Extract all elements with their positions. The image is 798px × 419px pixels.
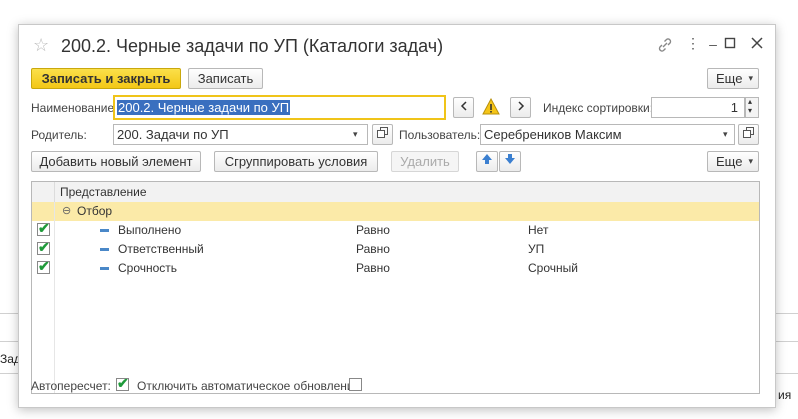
- checkmark-icon: ✔: [38, 239, 50, 255]
- prev-button[interactable]: [453, 97, 474, 118]
- group-conditions-button[interactable]: Сгруппировать условия: [214, 151, 378, 172]
- more-button[interactable]: Еще ▾: [707, 68, 759, 89]
- user-open-button[interactable]: [738, 124, 759, 145]
- disable-auto-update-label: Отключить автоматическое обновление: [137, 379, 361, 393]
- row-name: Срочность: [118, 261, 178, 275]
- chevron-left-icon: [460, 101, 467, 111]
- condition-icon: [100, 229, 109, 232]
- sort-index-label: Индекс сортировки:: [543, 101, 654, 115]
- extra-checkbox[interactable]: [349, 378, 362, 391]
- chevron-right-icon: [517, 101, 524, 111]
- background-text: ия: [778, 388, 792, 402]
- user-label: Пользователь:: [399, 128, 481, 142]
- move-up-button[interactable]: [476, 151, 498, 172]
- table-row[interactable]: ✔ Выполнено Равно Нет: [32, 220, 759, 240]
- name-label: Наименование:: [31, 101, 118, 115]
- chevron-down-icon[interactable]: ▾: [723, 129, 728, 140]
- open-window-icon: [743, 127, 754, 138]
- favorite-star-icon[interactable]: ☆: [33, 35, 49, 56]
- stepper-up-icon[interactable]: ▴: [748, 97, 752, 106]
- delete-button[interactable]: Удалить: [391, 151, 459, 172]
- add-element-button[interactable]: Добавить новый элемент: [31, 151, 201, 172]
- parent-field[interactable]: 200. Задачи по УП: [113, 124, 368, 145]
- auto-recalc-label: Автопересчет:: [31, 379, 111, 393]
- column-header-representation[interactable]: Представление: [60, 185, 147, 199]
- parent-open-button[interactable]: [372, 124, 393, 145]
- table-row[interactable]: ✔ Ответственный Равно УП: [32, 239, 759, 259]
- arrow-down-icon: [505, 154, 515, 164]
- row-operator: Равно: [356, 261, 390, 275]
- maximize-icon[interactable]: [720, 36, 740, 52]
- close-icon[interactable]: [747, 36, 767, 52]
- move-down-button[interactable]: [499, 151, 521, 172]
- link-icon[interactable]: [655, 37, 675, 56]
- open-window-icon: [377, 127, 388, 138]
- table-row[interactable]: ✔ Срочность Равно Срочный: [32, 258, 759, 278]
- catalog-dialog: ☆ 200.2. Черные задачи по УП (Каталоги з…: [18, 24, 776, 408]
- sort-index-field[interactable]: 1: [651, 97, 745, 118]
- parent-label: Родитель:: [31, 128, 87, 142]
- more-button-2[interactable]: Еще ▾: [707, 151, 759, 172]
- row-checkbox[interactable]: ✔: [37, 258, 50, 274]
- row-value: УП: [528, 242, 545, 256]
- row-checkbox[interactable]: ✔: [37, 239, 50, 255]
- checkmark-icon: ✔: [117, 375, 129, 391]
- warning-icon: [482, 97, 500, 116]
- checkmark-icon: ✔: [38, 258, 50, 274]
- more-label: Еще: [716, 154, 743, 169]
- column-divider: [54, 202, 55, 393]
- row-operator: Равно: [356, 242, 390, 256]
- chevron-down-icon: ▾: [748, 156, 753, 166]
- chevron-down-icon[interactable]: ▾: [353, 129, 358, 140]
- disable-auto-update-checkbox[interactable]: ✔: [116, 375, 129, 391]
- condition-icon: [100, 267, 109, 270]
- row-operator: Равно: [356, 223, 390, 237]
- save-and-close-button[interactable]: Записать и закрыть: [31, 68, 181, 89]
- row-name: Выполнено: [118, 223, 182, 237]
- next-button[interactable]: [510, 97, 531, 118]
- row-checkbox[interactable]: ✔: [37, 220, 50, 236]
- chevron-down-icon: ▾: [748, 73, 753, 83]
- name-value: 200.2. Черные задачи по УП: [117, 100, 291, 115]
- group-label: Отбор: [77, 204, 113, 218]
- arrow-up-icon: [482, 154, 492, 164]
- row-name: Ответственный: [118, 242, 204, 256]
- condition-icon: [100, 248, 109, 251]
- row-value: Срочный: [528, 261, 578, 275]
- sort-index-stepper[interactable]: ▴ ▾: [745, 97, 759, 118]
- more-label: Еще: [716, 71, 743, 86]
- window-title: 200.2. Черные задачи по УП (Каталоги зад…: [61, 36, 444, 56]
- checkmark-icon: ✔: [38, 220, 50, 236]
- filter-table: Представление ⊖ Отбор ✔ Выполнено Равно …: [31, 181, 760, 394]
- user-field[interactable]: Серебреников Максим: [480, 124, 735, 145]
- collapse-icon[interactable]: ⊖: [62, 204, 71, 217]
- checkbox-column-header: [32, 182, 55, 202]
- row-value: Нет: [528, 223, 549, 237]
- save-button[interactable]: Записать: [188, 68, 263, 89]
- table-row-group[interactable]: ⊖ Отбор: [32, 202, 759, 221]
- name-field[interactable]: 200.2. Черные задачи по УП: [113, 95, 446, 120]
- table-header: Представление: [32, 182, 759, 203]
- stepper-down-icon[interactable]: ▾: [748, 106, 752, 115]
- more-menu-icon[interactable]: ⋮: [683, 35, 703, 52]
